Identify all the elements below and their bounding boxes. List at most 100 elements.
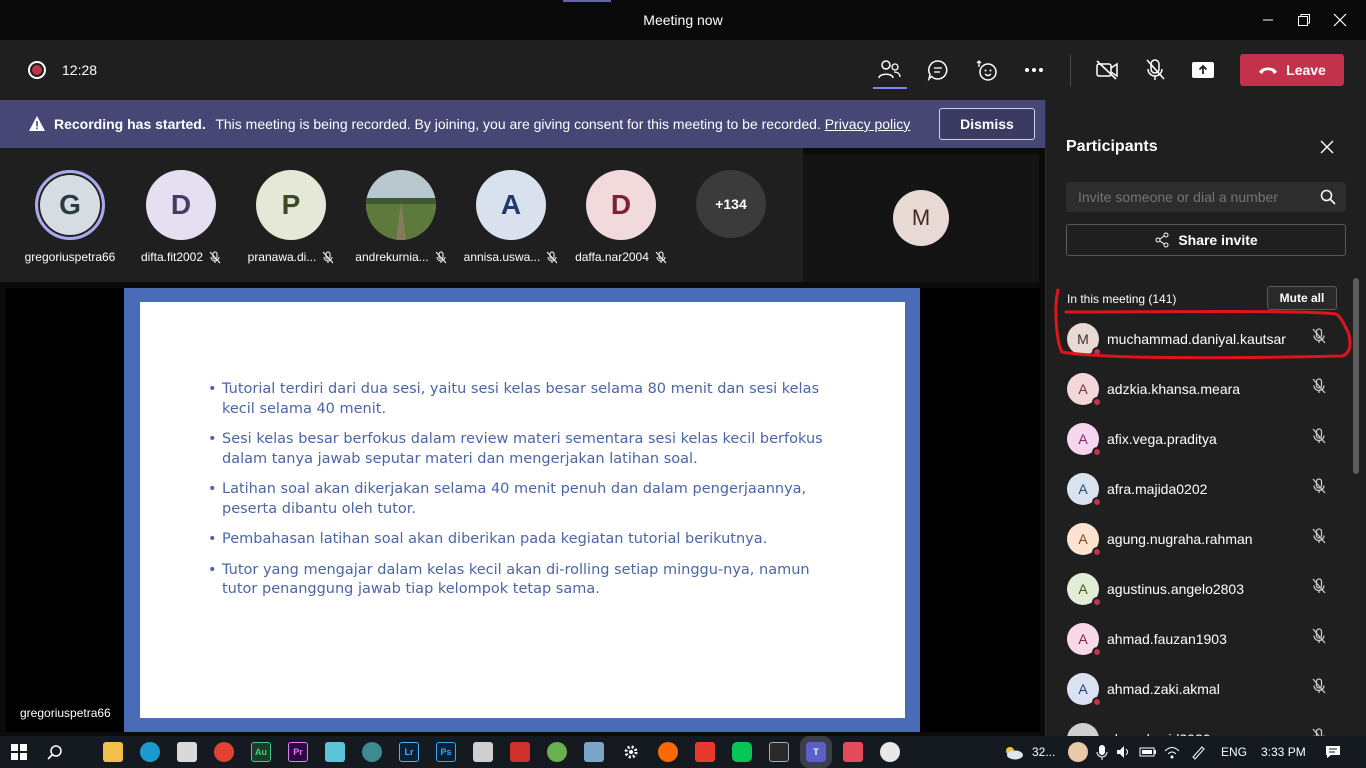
participant-name: annisa.uswa...: [463, 250, 541, 264]
self-video-tile[interactable]: M: [803, 154, 1039, 282]
app-icon[interactable]: [362, 742, 382, 762]
avatar: A: [476, 170, 546, 240]
user-avatar-icon[interactable]: [1068, 742, 1088, 762]
participant-row[interactable]: Aagustinus.angelo2803: [1045, 563, 1350, 613]
participant-row[interactable]: Aafra.majida0202: [1045, 463, 1350, 513]
teams-icon[interactable]: T: [800, 736, 832, 768]
line-icon[interactable]: [732, 742, 752, 762]
more-options-icon[interactable]: [1018, 54, 1050, 86]
participant-row[interactable]: Aadzkia.khansa.meara: [1045, 363, 1350, 413]
app-icon[interactable]: [658, 742, 678, 762]
premiere-icon[interactable]: Pr: [288, 742, 308, 762]
video-tile[interactable]: G gregoriuspetra66: [20, 170, 120, 264]
share-invite-button[interactable]: Share invite: [1066, 224, 1346, 256]
mic-off-icon[interactable]: [1311, 628, 1327, 649]
utorrent-icon[interactable]: [547, 742, 567, 762]
leave-label: Leave: [1286, 62, 1326, 78]
photoshop-icon[interactable]: Ps: [436, 742, 456, 762]
minimize-icon[interactable]: [1256, 8, 1280, 32]
wifi-icon[interactable]: [1162, 742, 1182, 762]
participant-avatar: A: [1067, 373, 1102, 407]
mic-off-icon[interactable]: [1311, 328, 1327, 349]
notifications-icon[interactable]: [1323, 742, 1343, 762]
battery-icon[interactable]: [1138, 742, 1158, 762]
invite-input[interactable]: [1066, 182, 1306, 212]
participant-name: gregoriuspetra66: [24, 250, 116, 264]
remote-desktop-icon[interactable]: [584, 742, 604, 762]
reactions-icon[interactable]: [970, 54, 1002, 86]
avatar-initial: A: [1078, 531, 1088, 547]
status-dot-icon: [1092, 597, 1102, 607]
chat-icon[interactable]: [922, 54, 954, 86]
close-panel-icon[interactable]: [1320, 140, 1334, 159]
dismiss-button[interactable]: Dismiss: [939, 108, 1035, 140]
clock[interactable]: 3:33 PM: [1261, 745, 1306, 759]
maximize-icon[interactable]: [1292, 8, 1316, 32]
privacy-policy-link[interactable]: Privacy policy: [825, 116, 911, 132]
windows-start-icon[interactable]: [9, 742, 29, 762]
recording-text: This meeting is being recorded. By joini…: [215, 116, 821, 132]
mic-off-icon: [322, 251, 334, 264]
invite-search-box[interactable]: [1066, 182, 1346, 212]
panel-scrollbar[interactable]: [1353, 278, 1359, 474]
participant-row[interactable]: Mmuchammad.daniyal.kautsar: [1045, 313, 1350, 363]
close-window-icon[interactable]: [1328, 8, 1352, 32]
video-tile[interactable]: andrekurnia...: [351, 170, 451, 264]
video-tile[interactable]: D daffa.nar2004: [571, 170, 671, 264]
slide-bullet: Latihan soal akan dikerjakan selama 40 m…: [208, 480, 848, 519]
title-accent: [563, 0, 611, 2]
volume-icon[interactable]: [1114, 742, 1134, 762]
language-indicator[interactable]: ENG: [1221, 745, 1247, 759]
mic-off-icon[interactable]: [1311, 678, 1327, 699]
settings-icon[interactable]: [621, 742, 641, 762]
weather-icon[interactable]: [1002, 742, 1024, 762]
chrome-icon[interactable]: [214, 742, 234, 762]
participant-avatar: [1067, 723, 1099, 736]
avatar-photo: [366, 170, 436, 240]
mic-off-icon[interactable]: [1311, 528, 1327, 549]
mic-off-icon[interactable]: [1311, 728, 1327, 736]
mic-off-icon[interactable]: [1311, 578, 1327, 599]
microphone-icon[interactable]: [1092, 742, 1112, 762]
video-tile[interactable]: P pranawa.di...: [241, 170, 341, 264]
app-icon[interactable]: [510, 742, 530, 762]
participants-icon[interactable]: [873, 54, 905, 86]
participant-row[interactable]: ahmad.zaid2020: [1045, 713, 1350, 736]
search-icon[interactable]: [45, 742, 65, 762]
video-tile[interactable]: A annisa.uswa...: [461, 170, 561, 264]
participant-row[interactable]: Aahmad.fauzan1903: [1045, 613, 1350, 663]
notes-icon[interactable]: [325, 742, 345, 762]
store-icon[interactable]: [177, 742, 197, 762]
windows-taskbar: Au Pr Lr Ps T 32... ENG 3:33 PM: [0, 736, 1366, 768]
camera-off-icon[interactable]: [1091, 54, 1123, 86]
mic-off-icon[interactable]: [1311, 378, 1327, 399]
self-avatar: M: [893, 190, 949, 246]
temperature[interactable]: 32...: [1032, 745, 1055, 759]
participant-row[interactable]: Aahmad.zaki.akmal: [1045, 663, 1350, 713]
in-meeting-count[interactable]: In this meeting (141): [1067, 292, 1176, 306]
video-tile[interactable]: D difta.fit2002: [131, 170, 231, 264]
participant-row[interactable]: Aagung.nugraha.rahman: [1045, 513, 1350, 563]
participant-row[interactable]: Aafix.vega.praditya: [1045, 413, 1350, 463]
pen-icon[interactable]: [1188, 742, 1208, 762]
mic-off-icon[interactable]: [1311, 478, 1327, 499]
app-icon[interactable]: [843, 742, 863, 762]
terminal-icon[interactable]: [769, 742, 789, 762]
edge-icon[interactable]: [140, 742, 160, 762]
lightroom-icon[interactable]: Lr: [399, 742, 419, 762]
status-dot-icon: [1092, 447, 1102, 457]
more-participants-tile[interactable]: +134: [681, 170, 781, 238]
mute-all-button[interactable]: Mute all: [1267, 286, 1337, 310]
avatar: P: [256, 170, 326, 240]
calculator-icon[interactable]: [473, 742, 493, 762]
share-icon: [1155, 232, 1169, 248]
share-screen-icon[interactable]: [1187, 54, 1219, 86]
acrobat-icon[interactable]: [695, 742, 715, 762]
file-explorer-icon[interactable]: [103, 742, 123, 762]
audition-icon[interactable]: Au: [251, 742, 271, 762]
leave-button[interactable]: Leave: [1240, 54, 1344, 86]
search-icon[interactable]: [1320, 189, 1336, 205]
mic-off-icon[interactable]: [1311, 428, 1327, 449]
mic-off-icon[interactable]: [1139, 54, 1171, 86]
clock-icon[interactable]: [880, 742, 900, 762]
